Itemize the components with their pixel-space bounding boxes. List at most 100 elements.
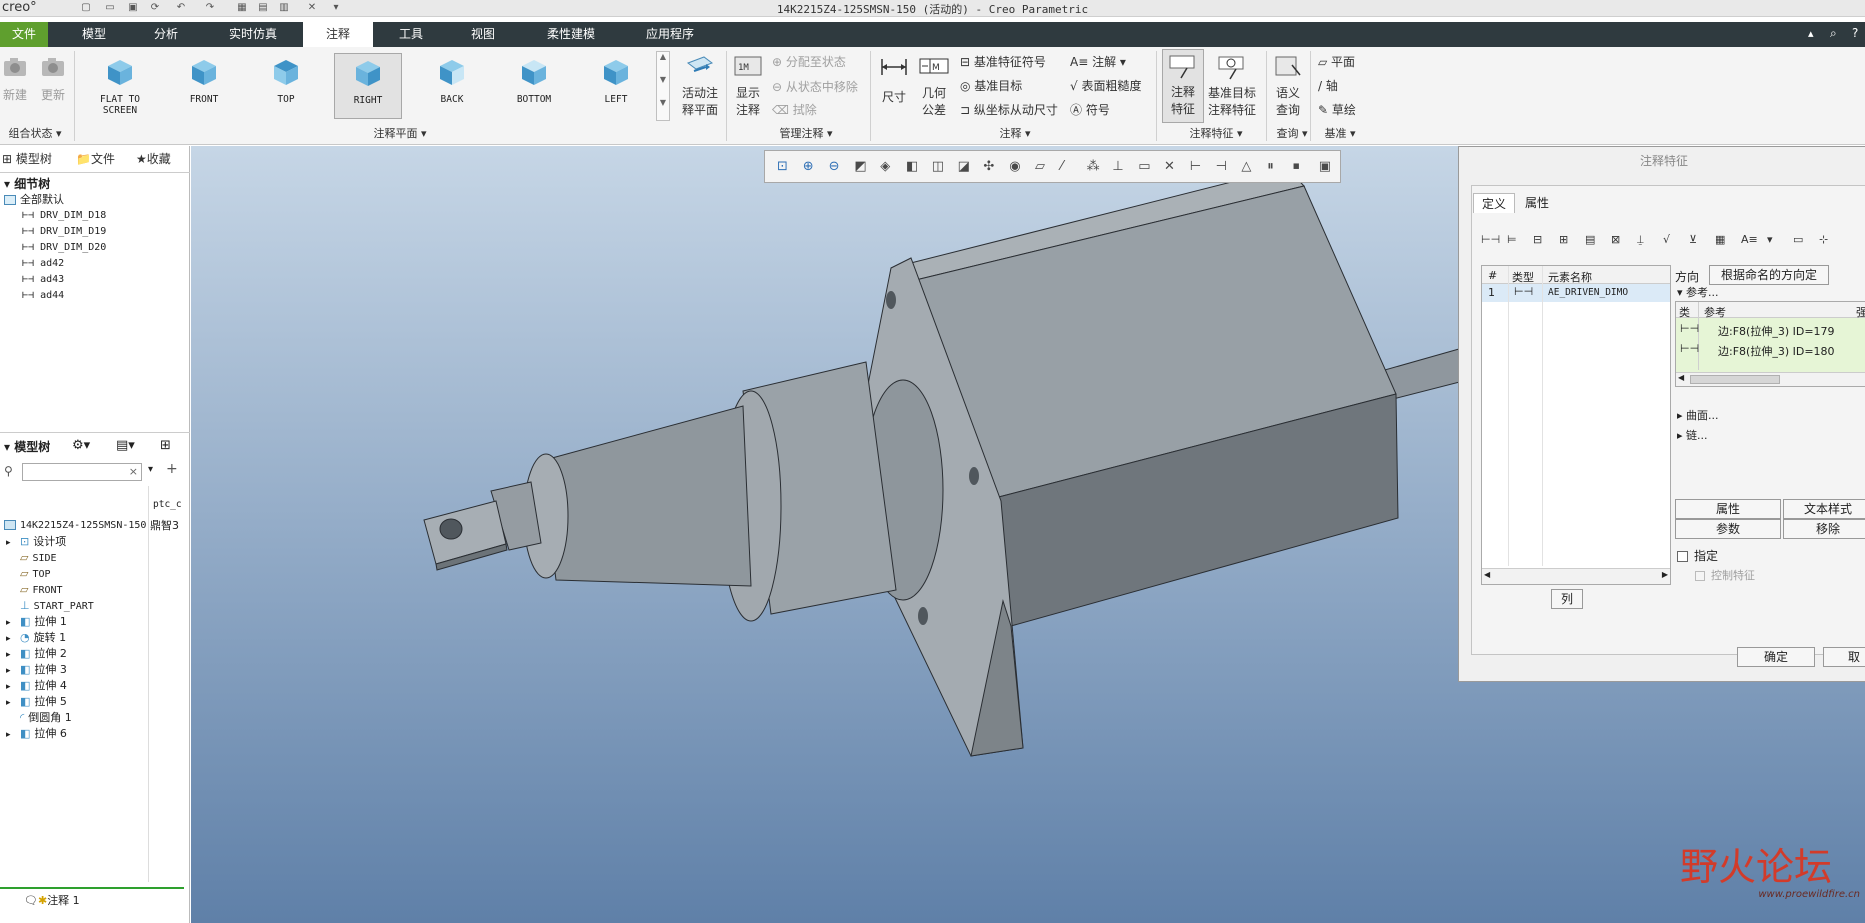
detail-tree-header[interactable]: ▾ 细节树	[4, 176, 50, 192]
view-front-button[interactable]: FRONT	[170, 53, 238, 119]
expand-icon[interactable]: ▸	[6, 615, 20, 631]
table-row[interactable]: 1 ⊢⊣ AE_DRIVEN_DIMO	[1482, 284, 1670, 302]
col-header-strong[interactable]: 强	[1856, 304, 1865, 320]
note-icon[interactable]: A≡	[1741, 233, 1758, 246]
geometric-tolerance-button[interactable]: M 几何 公差	[916, 53, 952, 118]
expand-icon[interactable]: ▸	[6, 535, 20, 551]
tab-applications[interactable]: 应用程序	[634, 22, 706, 47]
model-tree-item[interactable]: ▸ ◧ 拉伸 2	[6, 646, 67, 662]
horizontal-scrollbar[interactable]: ◀ ▶	[1482, 568, 1670, 584]
refit-icon[interactable]: ⊡	[777, 160, 791, 174]
model-tree-item[interactable]: ◜ 倒圆角 1	[6, 710, 72, 726]
element-table[interactable]: # 类型 元素名称 1 ⊢⊣ AE_DRIVEN_DIMO ◀ ▶	[1481, 265, 1671, 585]
list-item[interactable]: ⊢⊣ DRV_DIM_D19	[22, 224, 106, 240]
ordinate-icon[interactable]: ⊨	[1507, 233, 1517, 246]
list-item[interactable]: ⊢⊣ DRV_DIM_D18	[22, 208, 106, 224]
minimize-ribbon-icon[interactable]: ▴	[1808, 27, 1822, 41]
scroll-right-icon[interactable]: ▶	[1662, 570, 1668, 579]
views-gallery-scroll[interactable]: ▲ ▼ ▼	[656, 51, 670, 121]
view-back-button[interactable]: BACK	[418, 53, 486, 119]
plane-display-icon[interactable]: ▱	[1035, 160, 1049, 174]
tab-favorites[interactable]: ★收藏	[136, 150, 171, 170]
symbol-button[interactable]: Ⓐ 符号	[1070, 101, 1110, 118]
active-annotation-plane-button[interactable]: 活动注 释平面	[678, 53, 722, 118]
cancel-button[interactable]: 取消	[1823, 647, 1865, 667]
references-table[interactable]: 类 参考 强 ⊢⊣ 边:F8(拉伸_3) ID=179 ⊢⊣ 边:F8(拉伸_3) …	[1675, 301, 1865, 387]
datum-axis-button[interactable]: / 轴	[1318, 77, 1338, 94]
zoom-in-icon[interactable]: ⊕	[803, 160, 817, 174]
chains-section[interactable]: ▸ 链...	[1677, 427, 1708, 443]
update-combo-state-button[interactable]: 更新	[38, 55, 68, 103]
tab-analysis[interactable]: 分析	[140, 22, 192, 47]
model-tree-item[interactable]: ▸ ◔ 旋转 1	[6, 630, 66, 646]
references-header[interactable]: ▾ 参考...	[1677, 284, 1719, 300]
expand-icon[interactable]: ▸	[6, 727, 20, 743]
group-datum-label[interactable]: 基准 ▾	[1316, 125, 1364, 141]
search-dropdown-icon[interactable]: ▾	[148, 464, 153, 475]
analysis-icon[interactable]: ⏸	[1267, 160, 1281, 174]
specify-checkbox[interactable]: 指定	[1677, 547, 1718, 564]
tab-model[interactable]: 模型	[68, 22, 120, 47]
model-tree-item[interactable]: ▸ ◧ 拉伸 3	[6, 662, 67, 678]
model-tree-item[interactable]: ⊥ START_PART	[6, 598, 94, 614]
orientation-dropdown[interactable]: 根据命名的方向定	[1709, 265, 1829, 285]
stop-icon[interactable]: ▣	[1319, 160, 1333, 174]
perspective-icon[interactable]: ◪	[958, 160, 972, 174]
expand-icon[interactable]: ▸	[6, 631, 20, 647]
csys-display-icon[interactable]: ⊥	[1112, 160, 1126, 174]
col-header-type[interactable]: 类型	[1512, 269, 1534, 285]
symbol-icon[interactable]: ▦	[1715, 233, 1725, 246]
search-icon[interactable]: ⌕	[1830, 26, 1844, 40]
scroll-left-icon[interactable]: ◀	[1484, 570, 1490, 579]
scroll-down-icon[interactable]: ▼	[657, 75, 669, 84]
checkbox-box[interactable]	[1695, 571, 1705, 581]
group-annotation-plane-label[interactable]: 注释平面 ▾	[300, 125, 500, 141]
annotation-feature-item[interactable]: 🗨✱注释 1	[24, 893, 80, 909]
display-style-icon[interactable]: ◈	[880, 160, 894, 174]
control-feature-checkbox[interactable]: 控制特征	[1695, 567, 1755, 583]
geometric-tolerance-icon[interactable]: ⊠	[1611, 233, 1620, 246]
tab-tools[interactable]: 工具	[388, 22, 434, 47]
annotation-feature-button[interactable]: 注释 特征	[1162, 49, 1204, 123]
repaint-icon[interactable]: ◩	[854, 160, 868, 174]
text-style-button[interactable]: 文本样式	[1783, 499, 1865, 519]
tab-file[interactable]: 文件	[0, 22, 48, 47]
clear-icon[interactable]: ×	[129, 465, 138, 478]
semantic-query-button[interactable]: 语义 查询	[1270, 53, 1306, 118]
dim-display-icon[interactable]: ⊢	[1190, 160, 1204, 174]
tree-columns-icon[interactable]: ▤▾	[116, 438, 135, 453]
model-tree-item[interactable]: ▸ ◧ 拉伸 1	[6, 614, 67, 630]
axis-display-icon[interactable]: ⁄	[1061, 160, 1075, 174]
tab-annotate[interactable]: 注释	[303, 22, 373, 47]
group-manage-annotation-label[interactable]: 管理注释 ▾	[756, 125, 856, 141]
checkbox-box[interactable]	[1677, 551, 1688, 562]
model-tree-item[interactable]: ▱ SIDE	[6, 550, 57, 566]
properties-button[interactable]: 属性	[1675, 499, 1781, 519]
tree-settings-icon[interactable]: ⚙▾	[72, 438, 90, 453]
model-tree-item[interactable]: ▸ ⊡ 设计项	[6, 534, 66, 550]
table-row[interactable]: ⊢⊣ 边:F8(拉伸_3) ID=180	[1676, 340, 1865, 358]
remove-button[interactable]: 移除	[1783, 519, 1865, 539]
datum-plane-button[interactable]: ▱ 平面	[1318, 53, 1355, 70]
model-tree-item[interactable]: ▱ FRONT	[6, 582, 63, 598]
view-flat-to-screen-button[interactable]: FLAT TO SCREEN	[86, 53, 154, 119]
expand-icon[interactable]: ▸	[6, 679, 20, 695]
symbol-display-icon[interactable]: △	[1241, 160, 1255, 174]
list-item[interactable]: ⊢⊣ ad43	[22, 272, 64, 288]
detail-tree-root[interactable]: 全部默认	[4, 192, 64, 208]
column-header[interactable]: ptc_c	[153, 497, 182, 513]
model-tree-item[interactable]: ▱ TOP	[6, 566, 51, 582]
expand-icon[interactable]: ▸	[6, 647, 20, 663]
help-icon[interactable]: ?	[1852, 26, 1865, 40]
model-tree-item[interactable]: ▸ ◧ 拉伸 4	[6, 678, 67, 694]
add-icon[interactable]: +	[166, 461, 178, 477]
model-tree-item[interactable]: ▸ ◧ 拉伸 5	[6, 694, 67, 710]
model-root[interactable]: 14K2215Z4-125SMSN-150	[4, 518, 146, 534]
list-item[interactable]: ⊢⊣ ad42	[22, 256, 64, 272]
remove-from-state-button[interactable]: ⊖ 从状态中移除	[772, 78, 858, 95]
sketch-button[interactable]: ✎ 草绘	[1318, 101, 1356, 118]
list-item[interactable]: ⊢⊣ DRV_DIM_D20	[22, 240, 106, 256]
col-header-name[interactable]: 元素名称	[1548, 269, 1592, 285]
spin-center-icon[interactable]: ✣	[983, 160, 997, 174]
tree-search-input[interactable]: ×	[22, 463, 142, 481]
